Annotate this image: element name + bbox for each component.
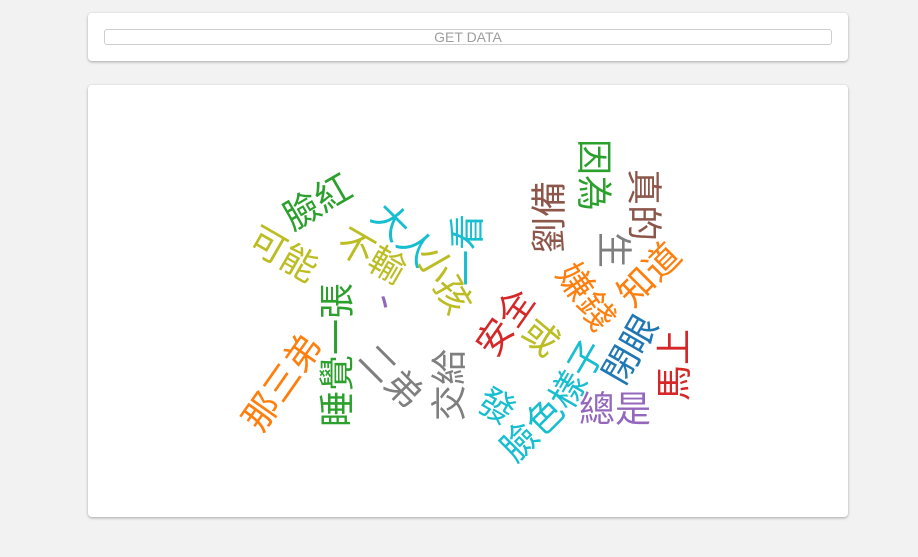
- cloud-word: 交給: [430, 349, 471, 421]
- cloud-word: 睡覺一張: [318, 283, 359, 427]
- cloud-word: 一看: [448, 214, 489, 286]
- toolbar-card: GET DATA: [88, 13, 848, 61]
- cloud-word: 劉備: [530, 181, 571, 253]
- cloud-word: 二弟: [350, 337, 430, 417]
- cloud-word: 因為: [573, 139, 614, 211]
- cloud-word: 那三弟: [235, 327, 331, 439]
- word-cloud-card: 臉紅 可能 大人 不輸、小孩 一看 劉備 因為 真的生知道 安全 嫌錢或閉眼 樣子 馬上 那三弟 睡覺一張…: [88, 85, 848, 517]
- cloud-word: 馬上: [655, 329, 696, 401]
- cloud-word: 真的: [623, 169, 664, 241]
- cloud-word: 總是: [579, 390, 651, 431]
- cloud-word: 生: [593, 232, 634, 268]
- get-data-button[interactable]: GET DATA: [104, 29, 832, 45]
- word-cloud: 臉紅可能 大人不輸、小孩一看 劉備因為 真的生知道安全 嫌錢或 閉眼樣子 馬上那三弟睡覺一張…: [235, 139, 696, 470]
